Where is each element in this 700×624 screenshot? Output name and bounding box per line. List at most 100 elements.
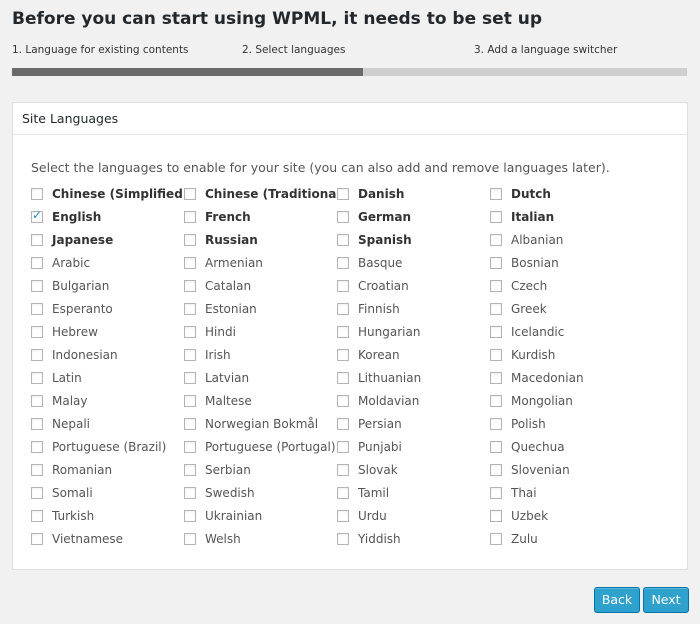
language-checkbox[interactable] xyxy=(337,486,349,499)
language-checkbox[interactable] xyxy=(184,279,196,292)
language-checkbox[interactable] xyxy=(490,187,502,200)
language-checkbox[interactable] xyxy=(490,509,502,522)
language-checkbox[interactable] xyxy=(31,463,43,476)
language-option[interactable]: Zulu xyxy=(490,527,643,550)
language-option[interactable]: Albanian xyxy=(490,228,643,251)
language-option[interactable]: Romanian xyxy=(31,458,184,481)
language-checkbox[interactable] xyxy=(184,210,196,223)
language-option[interactable]: English xyxy=(31,205,184,228)
language-option[interactable]: Lithuanian xyxy=(337,366,490,389)
language-option[interactable]: Serbian xyxy=(184,458,337,481)
language-option[interactable]: Turkish xyxy=(31,504,184,527)
language-checkbox[interactable] xyxy=(184,187,196,200)
language-checkbox[interactable] xyxy=(31,256,43,269)
language-checkbox[interactable] xyxy=(337,256,349,269)
language-checkbox[interactable] xyxy=(490,279,502,292)
language-option[interactable]: Malay xyxy=(31,389,184,412)
language-option[interactable]: Quechua xyxy=(490,435,643,458)
language-option[interactable]: Latvian xyxy=(184,366,337,389)
language-checkbox[interactable] xyxy=(31,509,43,522)
language-option[interactable]: Maltese xyxy=(184,389,337,412)
language-checkbox[interactable] xyxy=(31,440,43,453)
language-checkbox[interactable] xyxy=(337,187,349,200)
language-option[interactable]: Ukrainian xyxy=(184,504,337,527)
language-checkbox[interactable] xyxy=(490,302,502,315)
language-option[interactable]: Chinese (Traditional) xyxy=(184,182,346,205)
language-option[interactable]: Persian xyxy=(337,412,490,435)
language-checkbox[interactable] xyxy=(337,440,349,453)
language-option[interactable]: Somali xyxy=(31,481,184,504)
language-checkbox[interactable] xyxy=(490,371,502,384)
language-option[interactable]: Mongolian xyxy=(490,389,643,412)
language-checkbox[interactable] xyxy=(337,417,349,430)
language-option[interactable]: Danish xyxy=(337,182,490,205)
language-checkbox[interactable] xyxy=(490,210,502,223)
language-checkbox[interactable] xyxy=(337,463,349,476)
language-option[interactable]: Welsh xyxy=(184,527,337,550)
language-checkbox[interactable] xyxy=(490,532,502,545)
language-option[interactable]: Thai xyxy=(490,481,643,504)
language-checkbox[interactable] xyxy=(490,463,502,476)
language-option[interactable]: Macedonian xyxy=(490,366,643,389)
language-checkbox[interactable] xyxy=(337,302,349,315)
language-option[interactable]: Estonian xyxy=(184,297,337,320)
language-checkbox[interactable] xyxy=(184,325,196,338)
language-option[interactable]: Hindi xyxy=(184,320,337,343)
language-option[interactable]: Greek xyxy=(490,297,643,320)
language-checkbox[interactable] xyxy=(184,394,196,407)
language-checkbox[interactable] xyxy=(31,371,43,384)
language-checkbox[interactable] xyxy=(184,256,196,269)
language-option[interactable]: Slovak xyxy=(337,458,490,481)
language-option[interactable]: Punjabi xyxy=(337,435,490,458)
language-checkbox[interactable] xyxy=(490,394,502,407)
language-option[interactable]: French xyxy=(184,205,337,228)
language-option[interactable]: Finnish xyxy=(337,297,490,320)
language-option[interactable]: Russian xyxy=(184,228,337,251)
language-option[interactable]: Bosnian xyxy=(490,251,643,274)
language-checkbox[interactable] xyxy=(490,486,502,499)
language-checkbox[interactable] xyxy=(31,302,43,315)
language-checkbox[interactable] xyxy=(184,440,196,453)
language-option[interactable]: Nepali xyxy=(31,412,184,435)
language-checkbox[interactable] xyxy=(184,417,196,430)
language-option[interactable]: Hebrew xyxy=(31,320,184,343)
back-button[interactable]: Back xyxy=(594,587,640,613)
language-checkbox[interactable] xyxy=(337,233,349,246)
language-option[interactable]: Basque xyxy=(337,251,490,274)
language-checkbox[interactable] xyxy=(31,279,43,292)
language-checkbox[interactable] xyxy=(337,509,349,522)
language-checkbox[interactable] xyxy=(31,348,43,361)
language-option[interactable]: Spanish xyxy=(337,228,490,251)
language-option[interactable]: Dutch xyxy=(490,182,643,205)
language-option[interactable]: German xyxy=(337,205,490,228)
language-option[interactable]: Yiddish xyxy=(337,527,490,550)
language-option[interactable]: Urdu xyxy=(337,504,490,527)
language-checkbox[interactable] xyxy=(31,208,43,223)
language-checkbox[interactable] xyxy=(490,440,502,453)
language-checkbox[interactable] xyxy=(490,256,502,269)
language-checkbox[interactable] xyxy=(31,486,43,499)
language-checkbox[interactable] xyxy=(31,325,43,338)
language-option[interactable]: Esperanto xyxy=(31,297,184,320)
language-option[interactable]: Swedish xyxy=(184,481,337,504)
language-checkbox[interactable] xyxy=(31,233,43,246)
language-option[interactable]: Catalan xyxy=(184,274,337,297)
language-checkbox[interactable] xyxy=(490,348,502,361)
language-checkbox[interactable] xyxy=(184,348,196,361)
language-option[interactable]: Croatian xyxy=(337,274,490,297)
language-checkbox[interactable] xyxy=(337,210,349,223)
language-checkbox[interactable] xyxy=(337,371,349,384)
language-checkbox[interactable] xyxy=(31,532,43,545)
language-checkbox[interactable] xyxy=(337,348,349,361)
language-option[interactable]: Kurdish xyxy=(490,343,643,366)
language-option[interactable]: Icelandic xyxy=(490,320,643,343)
language-checkbox[interactable] xyxy=(184,532,196,545)
language-checkbox[interactable] xyxy=(184,371,196,384)
language-option[interactable]: Slovenian xyxy=(490,458,643,481)
next-button[interactable]: Next xyxy=(643,587,689,613)
language-checkbox[interactable] xyxy=(31,187,43,200)
language-option[interactable]: Moldavian xyxy=(337,389,490,412)
language-option[interactable]: Portuguese (Brazil) xyxy=(31,435,184,458)
language-checkbox[interactable] xyxy=(184,463,196,476)
language-checkbox[interactable] xyxy=(337,279,349,292)
